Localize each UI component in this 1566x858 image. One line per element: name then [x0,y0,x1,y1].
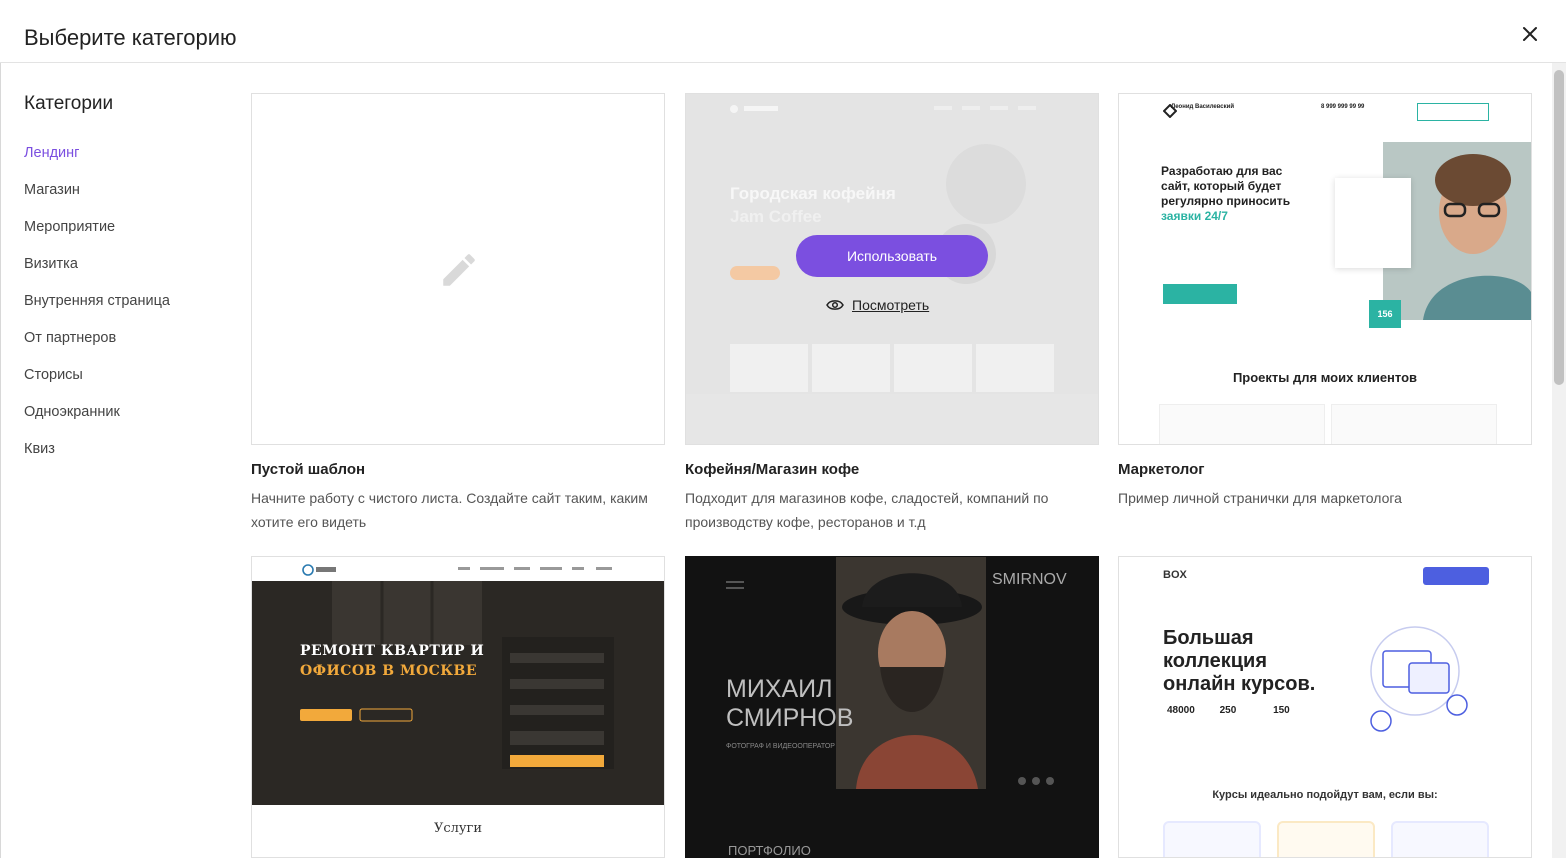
project-box [1159,404,1325,444]
sidebar-title: Категории [24,93,114,114]
template-thumb-marketer[interactable]: Леонид Василевский 8 999 999 99 99 Разра… [1118,93,1532,445]
marketer-top-button [1417,103,1489,121]
courses-top-button [1423,567,1489,585]
template-thumb-coffee[interactable]: Городская кофейня Jam Coffee Использоват… [685,93,1099,445]
marketer-name: Леонид Василевский [1171,104,1235,110]
courses-subheading: Курсы идеально подойдут вам, если вы: [1212,789,1438,801]
repair-services-heading: Услуги [433,821,483,836]
marketer-projects-heading: Проекты для моих клиентов [1232,370,1418,385]
scrollbar-thumb[interactable] [1554,70,1564,385]
category-list: Лендинг Магазин Мероприятие Визитка Внут… [24,143,170,476]
pencil-icon [443,254,475,286]
card-title: Пустой шаблон [251,461,366,478]
photographer-name: МИХАИЛ СМИРНОВ [726,675,854,732]
course-box [1277,821,1375,857]
marketer-accent: заявки 24/7 [1161,209,1228,223]
template-card-courses: BOX Большая коллекция онлайн курсов. 480… [1118,556,1532,858]
card-description: Пример личной странички для маркетолога [1118,490,1402,506]
photographer-subtitle: ФОТОГРАФ И ВИДЕООПЕРАТОР [726,743,835,750]
marketer-badge: 156 [1369,300,1401,328]
sidebar-item-shop[interactable]: Магазин [24,180,170,217]
template-card-marketer: Леонид Василевский 8 999 999 99 99 Разра… [1118,93,1532,510]
page-title: Выберите категорию [24,25,237,50]
card-description: Подходит для магазинов кофе, сладостей, … [685,490,1049,530]
course-box [1391,821,1489,857]
template-thumb-courses[interactable]: BOX Большая коллекция онлайн курсов. 480… [1118,556,1532,858]
courses-illustration [1370,626,1468,732]
courses-stats: 48000 250 150 [1167,705,1290,716]
template-card-empty: Пустой шаблон Начните работу с чистого л… [251,93,665,534]
project-box [1331,404,1497,444]
template-card-coffee: Городская кофейня Jam Coffee Использоват… [685,93,1099,534]
marketer-result-card [1335,178,1411,268]
sidebar-item-one-screen[interactable]: Одноэкранник [24,402,170,439]
sidebar-item-inner-page[interactable]: Внутренняя страница [24,291,170,328]
marketer-cta [1163,284,1237,304]
photographer-brand: SMIRNOV [992,571,1067,588]
repair-title: РЕМОНТ КВАРТИР И ОФИСОВ В МОСКВЕ [300,643,485,679]
marketer-headline: Разработаю для вас сайт, который будет р… [1161,164,1291,223]
modal-header: Выберите категорию [0,0,1566,63]
use-template-button[interactable]: Использовать [796,235,988,277]
template-card-photographer: SMIRNOV МИХАИЛ СМИРНОВ ФОТОГРАФ И ВИДЕОО… [685,556,1099,858]
sidebar-item-business-card[interactable]: Визитка [24,254,170,291]
coffee-preview-brand: Jam Coffee [730,207,822,226]
card-title: Кофейня/Магазин кофе [685,461,860,478]
repair-hero: РЕМОНТ КВАРТИР И ОФИСОВ В МОСКВЕ [252,581,664,805]
photographer-portfolio: ПОРТФОЛИО [728,843,811,858]
template-thumb-empty[interactable] [251,93,665,445]
preview-link[interactable]: Посмотреть [826,297,929,313]
template-card-repair: РЕМОНТ КВАРТИР И ОФИСОВ В МОСКВЕ Услуги [251,556,665,858]
sidebar-item-event[interactable]: Мероприятие [24,217,170,254]
card-title: Маркетолог [1118,461,1205,478]
eye-icon [826,300,844,310]
template-thumb-photographer[interactable]: SMIRNOV МИХАИЛ СМИРНОВ ФОТОГРАФ И ВИДЕОО… [685,556,1099,858]
courses-logo: BOX [1163,569,1187,581]
sidebar-item-landing[interactable]: Лендинг [24,143,170,180]
coffee-preview-headline: Городская кофейня [730,184,896,203]
course-box [1163,821,1261,857]
card-description: Начните работу с чистого листа. Создайте… [251,490,648,530]
template-thumb-repair[interactable]: РЕМОНТ КВАРТИР И ОФИСОВ В МОСКВЕ Услуги [251,556,665,858]
repair-nav [252,557,664,581]
sidebar-item-partners[interactable]: От партнеров [24,328,170,365]
sidebar-item-stories[interactable]: Сторисы [24,365,170,402]
close-icon[interactable] [1518,22,1542,46]
sidebar-item-quiz[interactable]: Квиз [24,439,170,476]
courses-title: Большая коллекция онлайн курсов. [1163,627,1316,695]
marketer-phone: 8 999 999 99 99 [1321,104,1365,110]
photographer-preview: SMIRNOV МИХАИЛ СМИРНОВ ФОТОГРАФ И ВИДЕОО… [686,557,1098,857]
preview-label: Посмотреть [852,297,930,313]
category-sidebar: Категории Лендинг Магазин Мероприятие Ви… [0,63,240,858]
